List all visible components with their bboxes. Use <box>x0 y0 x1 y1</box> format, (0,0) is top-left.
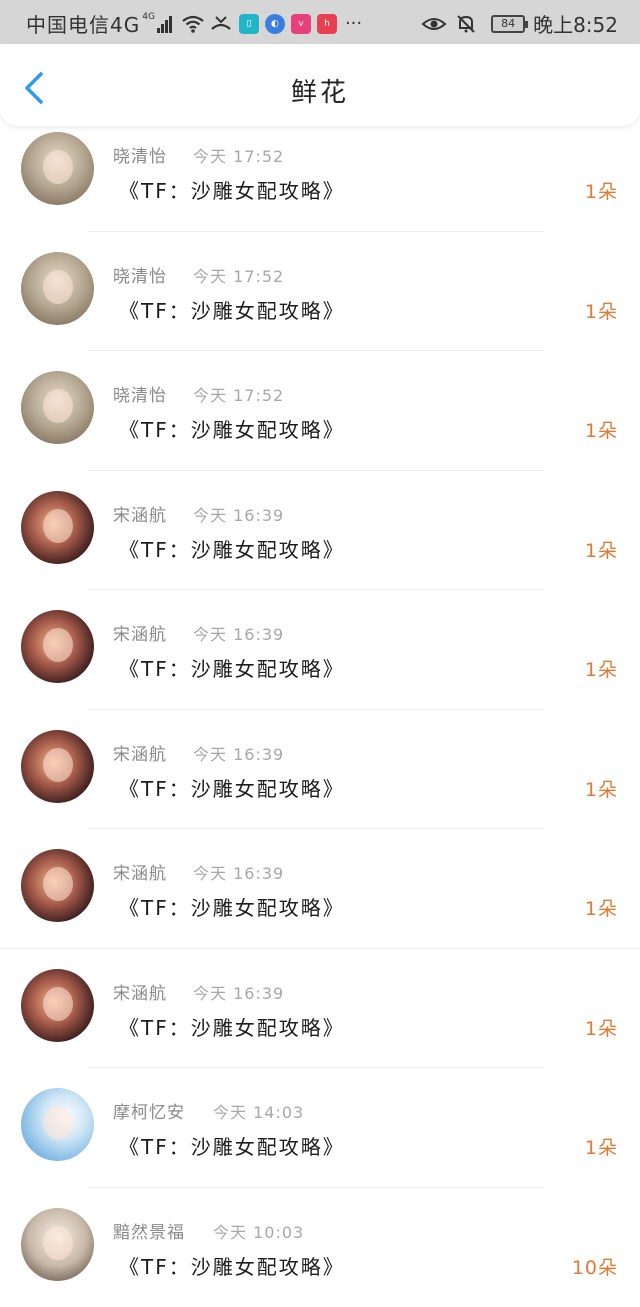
battery-icon: 84 <box>491 15 525 33</box>
book-title: 《TF：沙雕女配攻略》 <box>119 653 345 682</box>
user-name: 晓清怡 <box>113 262 167 287</box>
avatar[interactable] <box>21 491 94 564</box>
browser-app-icon: ◐ <box>265 14 285 34</box>
avatar[interactable] <box>21 371 94 444</box>
avatar[interactable] <box>21 1208 94 1281</box>
book-title: 《TF：沙雕女配攻略》 <box>119 295 345 324</box>
flower-count: 1朵 <box>585 655 618 682</box>
battery-level: 84 <box>501 17 515 30</box>
book-title: 《TF：沙雕女配攻略》 <box>119 1251 345 1280</box>
timestamp: 今天 16:39 <box>193 860 284 884</box>
flower-count: 1朵 <box>585 894 618 921</box>
book-title: 《TF：沙雕女配攻略》 <box>119 1131 345 1160</box>
page-title: 鲜花 <box>0 72 640 109</box>
network-badge: 4G <box>142 12 155 22</box>
avatar[interactable] <box>21 252 94 325</box>
mute-icon <box>455 13 477 35</box>
list-item[interactable]: 宋涵航 今天 16:39 《TF：沙雕女配攻略》 1朵 <box>0 829 640 949</box>
book-app-icon: ▯ <box>239 14 259 34</box>
missed-call-icon <box>209 14 233 34</box>
timestamp: 今天 16:39 <box>193 741 284 765</box>
list-item[interactable]: 宋涵航 今天 16:39 《TF：沙雕女配攻略》 1朵 <box>0 949 640 1069</box>
flower-count: 10朵 <box>572 1253 618 1280</box>
carrier-label: 中国电信4G <box>26 9 140 38</box>
flower-count: 1朵 <box>585 1133 618 1160</box>
more-icon: ··· <box>345 13 362 34</box>
status-bar: 中国电信4G 4G ▯ ◐ v h ··· 84 晚上8 <box>0 0 640 44</box>
eye-icon <box>421 14 447 34</box>
avatar[interactable] <box>21 730 94 803</box>
page-header: 鲜花 <box>0 44 640 126</box>
flower-count: 1朵 <box>585 416 618 443</box>
book-title: 《TF：沙雕女配攻略》 <box>119 175 345 204</box>
book-title: 《TF：沙雕女配攻略》 <box>119 534 345 563</box>
wifi-icon <box>181 14 205 34</box>
book-title: 《TF：沙雕女配攻略》 <box>119 414 345 443</box>
user-name: 宋涵航 <box>113 979 167 1004</box>
user-name: 摩柯忆安 <box>113 1098 185 1123</box>
timestamp: 今天 17:52 <box>193 263 284 287</box>
list-item[interactable]: 宋涵航 今天 16:39 《TF：沙雕女配攻略》 1朵 <box>0 590 640 710</box>
timestamp: 今天 16:39 <box>193 621 284 645</box>
clock: 晚上8:52 <box>533 9 618 38</box>
timestamp: 今天 16:39 <box>193 980 284 1004</box>
huawei-app-icon: h <box>317 14 337 34</box>
user-name: 宋涵航 <box>113 859 167 884</box>
avatar[interactable] <box>21 1088 94 1161</box>
flower-count: 1朵 <box>585 536 618 563</box>
timestamp: 今天 17:52 <box>193 143 284 167</box>
flower-count: 1朵 <box>585 297 618 324</box>
timestamp: 今天 16:39 <box>193 502 284 526</box>
signal-icon <box>157 15 173 33</box>
flower-list: 晓清怡 今天 17:52 《TF：沙雕女配攻略》 1朵 晓清怡 今天 17:52… <box>0 112 640 1307</box>
list-item[interactable]: 黯然景福 今天 10:03 《TF：沙雕女配攻略》 10朵 <box>0 1188 640 1307</box>
list-item[interactable]: 宋涵航 今天 16:39 《TF：沙雕女配攻略》 1朵 <box>0 710 640 830</box>
user-name: 黯然景福 <box>113 1218 185 1243</box>
user-name: 宋涵航 <box>113 501 167 526</box>
timestamp: 今天 17:52 <box>193 382 284 406</box>
list-item[interactable]: 晓清怡 今天 17:52 《TF：沙雕女配攻略》 1朵 <box>0 112 640 232</box>
list-item[interactable]: 晓清怡 今天 17:52 《TF：沙雕女配攻略》 1朵 <box>0 232 640 352</box>
user-name: 晓清怡 <box>113 381 167 406</box>
book-title: 《TF：沙雕女配攻略》 <box>119 773 345 802</box>
list-item[interactable]: 晓清怡 今天 17:52 《TF：沙雕女配攻略》 1朵 <box>0 351 640 471</box>
list-item[interactable]: 摩柯忆安 今天 14:03 《TF：沙雕女配攻略》 1朵 <box>0 1068 640 1188</box>
list-item[interactable]: 宋涵航 今天 16:39 《TF：沙雕女配攻略》 1朵 <box>0 471 640 591</box>
timestamp: 今天 10:03 <box>213 1219 304 1243</box>
flower-count: 1朵 <box>585 1014 618 1041</box>
user-name: 宋涵航 <box>113 740 167 765</box>
flower-count: 1朵 <box>585 775 618 802</box>
vivo-app-icon: v <box>291 14 311 34</box>
avatar[interactable] <box>21 849 94 922</box>
avatar[interactable] <box>21 132 94 205</box>
user-name: 宋涵航 <box>113 620 167 645</box>
flower-count: 1朵 <box>585 177 618 204</box>
user-name: 晓清怡 <box>113 142 167 167</box>
timestamp: 今天 14:03 <box>213 1099 304 1123</box>
book-title: 《TF：沙雕女配攻略》 <box>119 892 345 921</box>
avatar[interactable] <box>21 610 94 683</box>
avatar[interactable] <box>21 969 94 1042</box>
book-title: 《TF：沙雕女配攻略》 <box>119 1012 345 1041</box>
